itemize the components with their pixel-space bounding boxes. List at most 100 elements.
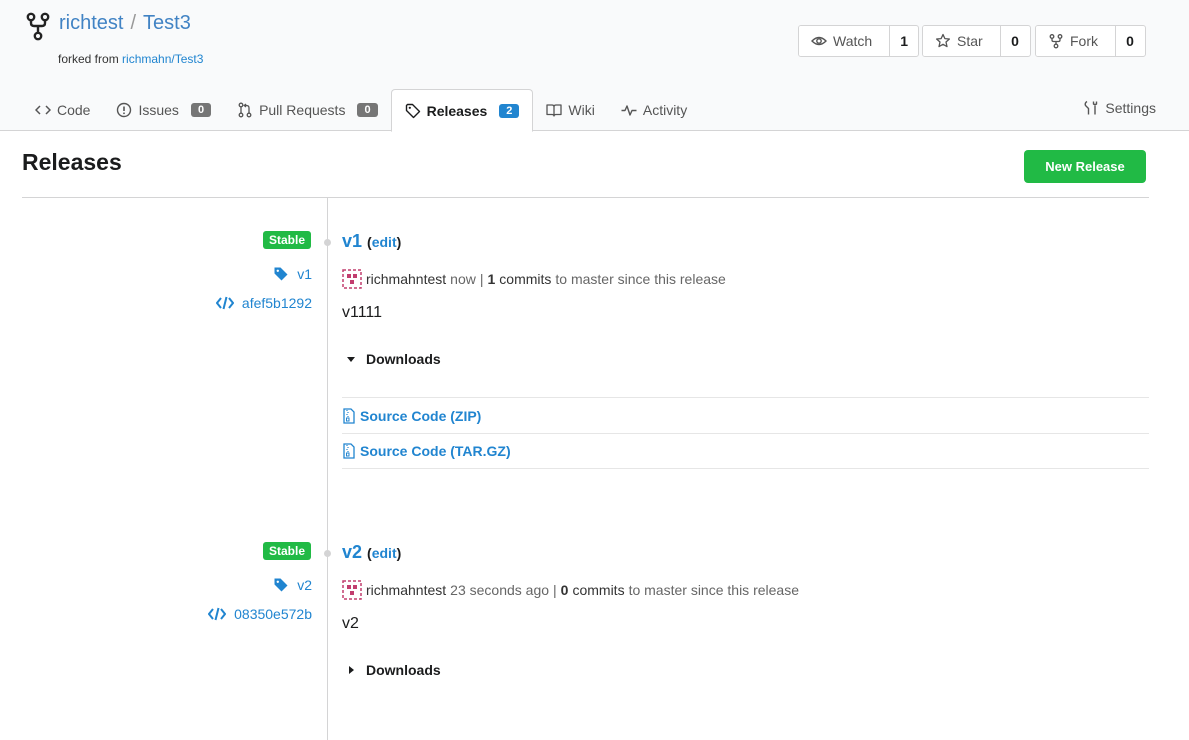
releases-count-badge: 2 bbox=[499, 103, 520, 118]
downloads-toggle[interactable]: Downloads bbox=[346, 662, 441, 678]
downloads-toggle[interactable]: Downloads bbox=[346, 351, 441, 367]
release-body: v1111 bbox=[342, 304, 383, 321]
download-zip-link[interactable]: Source Code (ZIP) bbox=[342, 397, 1149, 433]
downloads-label: Downloads bbox=[366, 351, 441, 367]
fork-count[interactable]: 0 bbox=[1116, 26, 1144, 56]
fork-button[interactable]: Fork bbox=[1036, 26, 1116, 56]
issue-icon bbox=[117, 102, 132, 118]
tag-icon bbox=[274, 267, 288, 281]
release-commits-suffix: to master since this release bbox=[555, 271, 726, 287]
timeline-dot bbox=[324, 550, 331, 557]
timeline-dot bbox=[324, 239, 331, 246]
release-title: v1 (edit) bbox=[342, 231, 402, 251]
pull-request-icon bbox=[238, 102, 252, 118]
code-icon bbox=[208, 607, 227, 621]
download-targz-link[interactable]: Source Code (TAR.GZ) bbox=[342, 433, 1149, 469]
tab-pull-requests-label: Pull Requests bbox=[259, 102, 346, 118]
tab-pull-requests[interactable]: Pull Requests 0 bbox=[224, 89, 391, 131]
release-tag-label: v1 bbox=[297, 266, 312, 282]
download-targz-label: Source Code (TAR.GZ) bbox=[360, 443, 511, 459]
file-zip-icon bbox=[343, 443, 355, 459]
star-count[interactable]: 0 bbox=[1001, 26, 1029, 56]
forked-from-link[interactable]: richmahn/Test3 bbox=[122, 52, 203, 66]
fork-icon bbox=[26, 12, 50, 41]
book-icon bbox=[546, 104, 563, 117]
tab-settings[interactable]: Settings bbox=[1083, 100, 1156, 116]
release-commits-link[interactable]: commits bbox=[499, 271, 551, 287]
pull-requests-count-badge: 0 bbox=[357, 103, 378, 117]
caret-right-icon bbox=[349, 666, 354, 674]
star-icon bbox=[935, 33, 951, 48]
avatar bbox=[342, 580, 362, 600]
repo-owner-link[interactable]: richtest bbox=[59, 12, 123, 34]
downloads-list: Source Code (ZIP) Source Code (TAR.GZ) bbox=[342, 397, 1149, 469]
caret-down-icon bbox=[347, 357, 355, 362]
release-tag-link[interactable]: v1 bbox=[273, 266, 312, 282]
tab-releases[interactable]: Releases 2 bbox=[390, 89, 534, 132]
tab-releases-label: Releases bbox=[426, 102, 488, 119]
release-commit-count: 1 bbox=[487, 271, 496, 287]
release-title: v2 (edit) bbox=[342, 542, 402, 562]
release-time: 23 seconds ago bbox=[450, 582, 550, 598]
new-release-button[interactable]: New Release bbox=[1024, 150, 1146, 183]
release-commits-suffix: to master since this release bbox=[628, 582, 799, 598]
release-tag-link[interactable]: v2 bbox=[273, 577, 312, 593]
repo-name-link[interactable]: Test3 bbox=[143, 12, 191, 34]
tab-code[interactable]: Code bbox=[22, 89, 103, 131]
star-group: Star 0 bbox=[922, 25, 1031, 57]
fork-label: Fork bbox=[1070, 33, 1098, 49]
tab-issues-label: Issues bbox=[138, 102, 179, 118]
release-commit-sha: afef5b1292 bbox=[241, 295, 312, 311]
tools-icon bbox=[1084, 100, 1098, 115]
downloads-label: Downloads bbox=[366, 662, 441, 678]
release-commits-link[interactable]: commits bbox=[572, 582, 624, 598]
watch-button[interactable]: Watch bbox=[799, 26, 891, 56]
release-commit-count: 0 bbox=[560, 582, 569, 598]
release-commit-link[interactable]: afef5b1292 bbox=[215, 295, 312, 311]
tab-activity-label: Activity bbox=[642, 102, 688, 118]
release-version-link[interactable]: v2 bbox=[342, 542, 362, 562]
code-icon bbox=[35, 105, 51, 115]
watch-count[interactable]: 1 bbox=[890, 26, 918, 56]
download-zip-label: Source Code (ZIP) bbox=[360, 407, 482, 424]
tab-issues[interactable]: Issues 0 bbox=[103, 89, 224, 131]
release-edit-link[interactable]: edit bbox=[372, 234, 397, 250]
release-commit-link[interactable]: 08350e572b bbox=[208, 606, 312, 622]
page-title: Releases bbox=[22, 149, 122, 175]
release-tag-label: v2 bbox=[297, 577, 312, 593]
file-zip-icon bbox=[343, 407, 355, 424]
repo-title: richtest / Test3 bbox=[59, 11, 191, 35]
release-time: now bbox=[450, 271, 476, 287]
repo-tabs: Code Issues 0 Pull Requests 0 Releases 2… bbox=[22, 89, 700, 132]
fork-group: Fork 0 bbox=[1035, 25, 1146, 57]
avatar bbox=[342, 269, 362, 289]
release-meta: richmahntest now | 1 commits to master s… bbox=[342, 269, 726, 289]
tab-wiki[interactable]: Wiki bbox=[533, 89, 607, 131]
release-commit-sha: 08350e572b bbox=[234, 606, 312, 622]
tag-icon bbox=[274, 578, 288, 592]
release-version-link[interactable]: v1 bbox=[342, 231, 362, 251]
star-button[interactable]: Star bbox=[923, 26, 1001, 56]
release-author-link[interactable]: richmahntest bbox=[366, 271, 446, 287]
release-author-link[interactable]: richmahntest bbox=[366, 582, 446, 598]
eye-icon bbox=[811, 36, 827, 46]
watch-label: Watch bbox=[833, 33, 873, 49]
forked-prefix: forked from bbox=[58, 52, 119, 66]
tab-code-label: Code bbox=[57, 102, 91, 118]
tab-settings-label: Settings bbox=[1105, 100, 1156, 116]
timeline-line bbox=[327, 198, 328, 740]
release-meta: richmahntest 23 seconds ago | 0 commits … bbox=[342, 580, 799, 600]
release-body: v2 bbox=[342, 615, 359, 632]
watch-group: Watch 1 bbox=[798, 25, 919, 57]
release-edit-link[interactable]: edit bbox=[372, 545, 397, 561]
repo-separator: / bbox=[130, 12, 137, 34]
tag-icon bbox=[405, 103, 420, 118]
stable-badge: Stable bbox=[262, 231, 311, 249]
pulse-icon bbox=[621, 105, 637, 116]
tab-wiki-label: Wiki bbox=[568, 102, 595, 118]
stable-badge: Stable bbox=[262, 542, 311, 560]
fork-small-icon bbox=[1049, 34, 1063, 49]
title-divider bbox=[22, 197, 1149, 198]
tab-activity[interactable]: Activity bbox=[608, 89, 700, 131]
repo-header: richtest / Test3 forked from richmahn/Test… bbox=[0, 0, 1189, 132]
